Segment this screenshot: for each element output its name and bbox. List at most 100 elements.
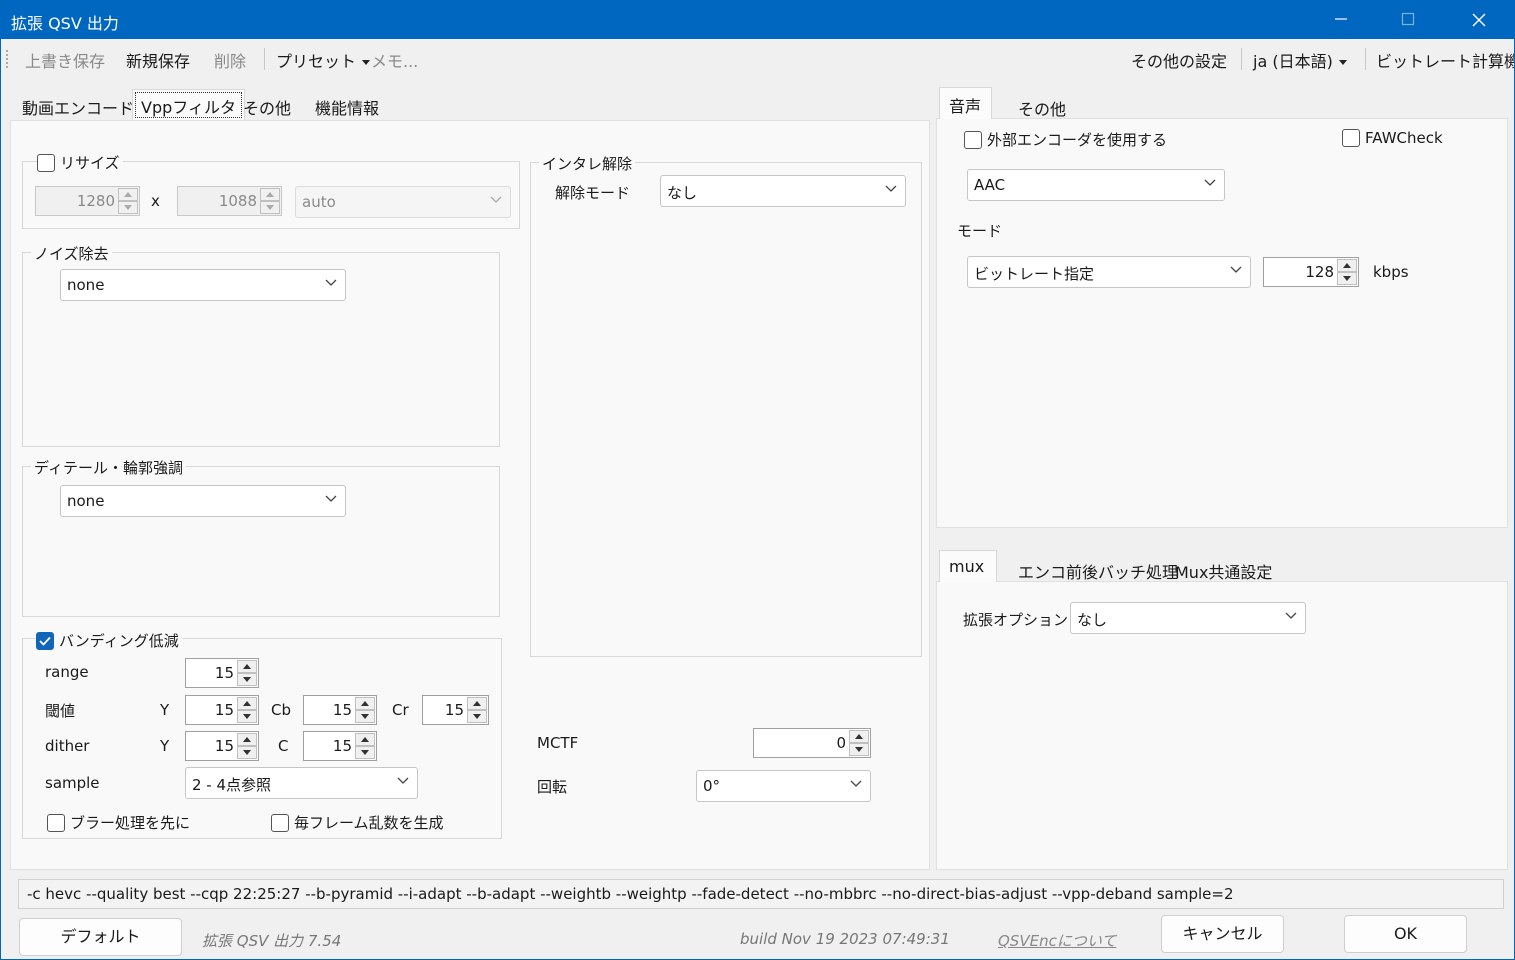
dither-c-input[interactable]: 15: [303, 731, 377, 761]
close-button[interactable]: [1444, 1, 1514, 39]
resize-mode-select[interactable]: auto: [295, 186, 511, 218]
default-button[interactable]: デフォルト: [19, 918, 182, 956]
spin-down-button[interactable]: [849, 743, 869, 756]
dither-y-input[interactable]: 15: [185, 731, 259, 761]
blur-first-checkbox[interactable]: ブラー処理を先に: [47, 812, 194, 833]
spin-down-button[interactable]: [118, 201, 138, 214]
delete-button[interactable]: 削除: [214, 48, 246, 72]
tab-audio[interactable]: 音声: [939, 87, 993, 119]
spin-buttons[interactable]: [355, 733, 375, 759]
spin-buttons[interactable]: [1337, 259, 1357, 285]
spin-up-button[interactable]: [355, 697, 375, 710]
audio-mode-select[interactable]: ビットレート指定: [967, 256, 1251, 288]
deband-checkbox[interactable]: バンディング低減: [36, 630, 182, 651]
use-external-encoder-checkbox[interactable]: 外部エンコーダを使用する: [964, 129, 1171, 150]
use-external-encoder-label: 外部エンコーダを使用する: [987, 131, 1168, 149]
spin-down-button[interactable]: [355, 710, 375, 723]
minimize-icon: [1335, 18, 1347, 20]
language-menu-button[interactable]: ja (日本語): [1253, 48, 1347, 72]
audio-encoder-select[interactable]: AAC: [967, 169, 1225, 201]
spin-buttons[interactable]: [260, 188, 280, 214]
deinterlace-mode-select[interactable]: なし: [660, 175, 906, 207]
spin-buttons[interactable]: [355, 697, 375, 723]
preset-menu-button[interactable]: プリセット: [276, 48, 371, 72]
detail-enhance-select[interactable]: none: [60, 485, 346, 517]
mctf-input[interactable]: 0: [753, 728, 871, 758]
other-settings-button[interactable]: その他の設定: [1131, 48, 1227, 72]
deinterlace-mode-label: 解除モード: [555, 184, 631, 202]
spin-down-button[interactable]: [237, 746, 257, 759]
minimize-button[interactable]: [1306, 1, 1376, 39]
sample-select[interactable]: 2 - 4点参照: [185, 767, 418, 799]
spin-buttons[interactable]: [467, 697, 487, 723]
threshold-y-input[interactable]: 15: [185, 695, 259, 725]
spin-down-button[interactable]: [260, 201, 280, 214]
faw-check-checkbox[interactable]: FAWCheck: [1342, 129, 1446, 147]
mux-ext-option-select[interactable]: なし: [1070, 602, 1306, 634]
tab-feature-info[interactable]: 機能情報: [311, 91, 383, 119]
arrow-down-icon: [243, 750, 251, 755]
spin-up-button[interactable]: [467, 697, 487, 710]
memo-button[interactable]: メモ...: [371, 48, 418, 72]
spin-buttons[interactable]: [237, 733, 257, 759]
spin-buttons[interactable]: [237, 697, 257, 723]
spin-buttons[interactable]: [118, 188, 138, 214]
title-bar: 拡張 QSV 出力: [1, 1, 1514, 39]
arrow-up-icon: [1343, 263, 1351, 268]
chevron-down-icon: [1285, 612, 1297, 619]
checkbox-box: [37, 153, 55, 172]
spin-up-button[interactable]: [1337, 259, 1357, 272]
range-input[interactable]: 15: [185, 658, 259, 688]
command-line-preview[interactable]: -c hevc --quality best --cqp 22:25:27 --…: [18, 879, 1504, 909]
toolbar-separator: [1365, 48, 1366, 70]
chevron-down-icon: [325, 495, 337, 502]
overwrite-save-button[interactable]: 上書き保存: [25, 48, 105, 72]
resize-height-input[interactable]: 1088: [177, 186, 282, 216]
spin-down-button[interactable]: [1337, 272, 1357, 285]
spin-up-button[interactable]: [355, 733, 375, 746]
tab-audio-other[interactable]: その他: [1014, 92, 1070, 120]
spin-buttons[interactable]: [849, 730, 869, 756]
tab-mux[interactable]: mux: [939, 550, 998, 582]
arrow-down-icon: [243, 677, 251, 682]
threshold-cr-input[interactable]: 15: [422, 695, 489, 725]
noise-reduction-select[interactable]: none: [60, 269, 346, 301]
spin-down-button[interactable]: [237, 673, 257, 686]
rand-each-frame-label: 毎フレーム乱数を生成: [294, 814, 444, 832]
tab-mux-common[interactable]: Mux共通設定: [1171, 555, 1276, 583]
new-save-button[interactable]: 新規保存: [126, 48, 190, 72]
resize-checkbox[interactable]: リサイズ: [37, 152, 123, 173]
chevron-down-icon: [850, 780, 862, 787]
resize-width-input[interactable]: 1280: [35, 186, 140, 216]
about-qsvenc-link[interactable]: QSVEncについて: [998, 930, 1116, 951]
spin-up-button[interactable]: [118, 188, 138, 201]
spin-down-button[interactable]: [355, 746, 375, 759]
maximize-button[interactable]: [1373, 1, 1443, 39]
tab-video-encode[interactable]: 動画エンコード: [18, 91, 138, 119]
spin-up-button[interactable]: [849, 730, 869, 743]
spin-down-button[interactable]: [467, 710, 487, 723]
tab-vpp-filter[interactable]: Vppフィルタ: [132, 89, 245, 121]
checkbox-box: [964, 130, 982, 149]
arrow-down-icon: [243, 714, 251, 719]
detail-enhance-title: ディテール・輪郭強調: [31, 457, 186, 478]
arrow-up-icon: [361, 737, 369, 742]
spin-down-button[interactable]: [237, 710, 257, 723]
spin-up-button[interactable]: [260, 188, 280, 201]
ok-button[interactable]: OK: [1344, 915, 1467, 953]
tab-encode-batch[interactable]: エンコ前後バッチ処理: [1014, 555, 1182, 583]
threshold-cb-input[interactable]: 15: [303, 695, 377, 725]
tab-other[interactable]: その他: [239, 91, 295, 119]
rand-each-frame-checkbox[interactable]: 毎フレーム乱数を生成: [271, 812, 447, 833]
language-label: ja (日本語): [1253, 52, 1333, 71]
sample-label: sample: [45, 774, 100, 792]
rotate-select[interactable]: 0°: [696, 770, 871, 802]
threshold-cb-value: 15: [332, 701, 352, 719]
spin-up-button[interactable]: [237, 660, 257, 673]
spin-up-button[interactable]: [237, 697, 257, 710]
bitrate-calculator-button[interactable]: ビットレート計算機: [1376, 48, 1514, 72]
spin-up-button[interactable]: [237, 733, 257, 746]
cancel-button[interactable]: キャンセル: [1161, 915, 1284, 953]
spin-buttons[interactable]: [237, 660, 257, 686]
audio-bitrate-input[interactable]: 128: [1263, 257, 1359, 287]
